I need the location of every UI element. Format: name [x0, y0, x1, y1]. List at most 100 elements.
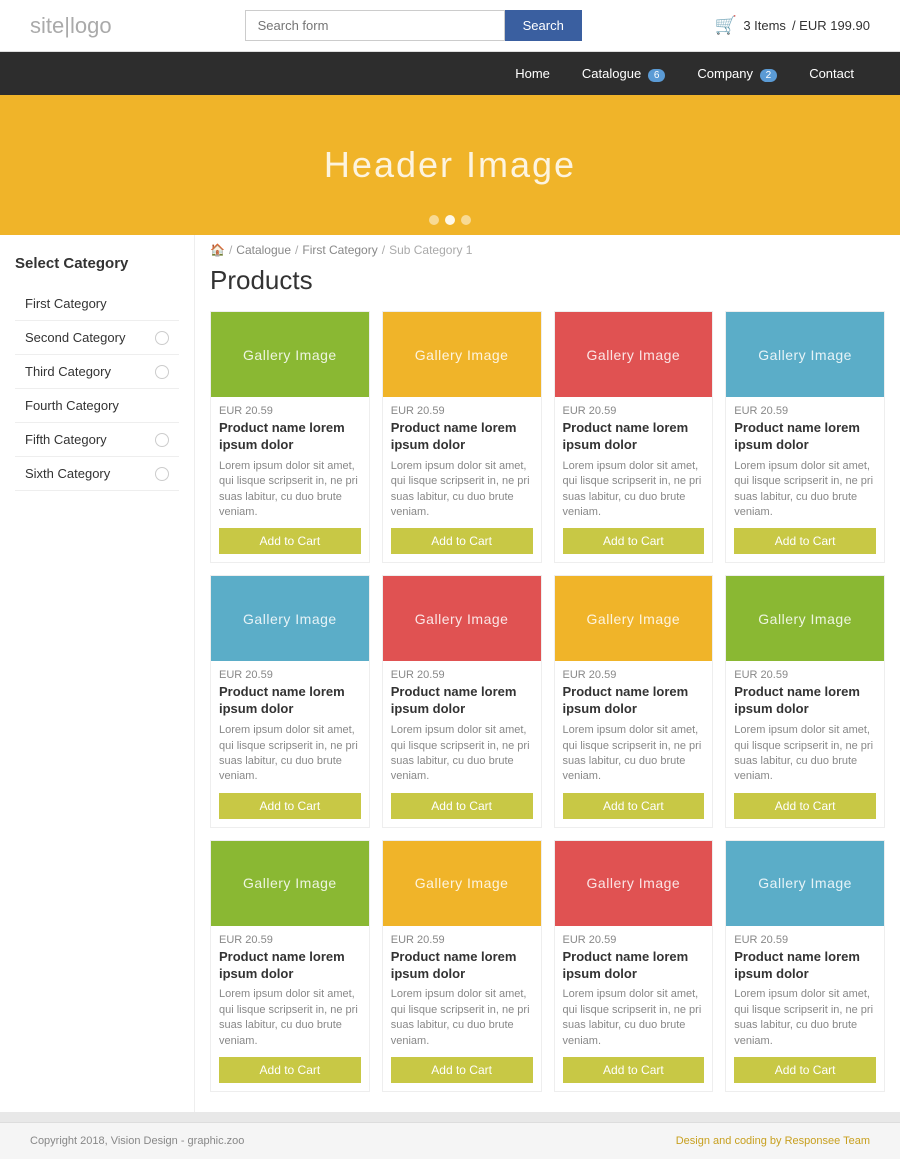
product-info-5: EUR 20.59 Product name lorem ipsum dolor…: [383, 661, 541, 826]
product-info-1: EUR 20.59 Product name lorem ipsum dolor…: [383, 397, 541, 562]
product-desc-0: Lorem ipsum dolor sit amet, qui lisque s…: [219, 459, 361, 521]
product-desc-10: Lorem ipsum dolor sit amet, qui lisque s…: [563, 987, 705, 1049]
cart-items: 3 Items: [743, 18, 786, 33]
sidebar-item-sixth[interactable]: Sixth Category: [15, 457, 179, 491]
breadcrumb: 🏠 / Catalogue / First Category / Sub Cat…: [210, 235, 885, 265]
product-image-1: Gallery Image: [383, 312, 541, 397]
product-info-3: EUR 20.59 Product name lorem ipsum dolor…: [726, 397, 884, 562]
breadcrumb-sep3: /: [382, 243, 385, 257]
add-to-cart-7[interactable]: Add to Cart: [734, 793, 876, 819]
product-card-6: Gallery Image EUR 20.59 Product name lor…: [554, 575, 714, 827]
sidebar-label-second: Second Category: [25, 330, 125, 345]
add-to-cart-3[interactable]: Add to Cart: [734, 528, 876, 554]
product-image-0: Gallery Image: [211, 312, 369, 397]
product-image-4: Gallery Image: [211, 576, 369, 661]
product-desc-7: Lorem ipsum dolor sit amet, qui lisque s…: [734, 723, 876, 785]
banner-dot-1[interactable]: [429, 215, 439, 225]
main-container: Header Image Select Category First Categ…: [0, 95, 900, 1112]
cart-price: / EUR 199.90: [792, 18, 870, 33]
logo-site: site: [30, 13, 64, 38]
footer: Copyright 2018, Vision Design - graphic.…: [0, 1122, 900, 1159]
product-price-0: EUR 20.59: [219, 405, 361, 417]
logo-logo: logo: [70, 13, 112, 38]
product-grid: Gallery Image EUR 20.59 Product name lor…: [210, 311, 885, 1092]
product-name-3: Product name lorem ipsum dolor: [734, 420, 876, 454]
add-to-cart-10[interactable]: Add to Cart: [563, 1057, 705, 1083]
nav-company[interactable]: Company 2: [681, 52, 793, 95]
nav-catalogue[interactable]: Catalogue 6: [566, 52, 681, 95]
product-image-3: Gallery Image: [726, 312, 884, 397]
add-to-cart-0[interactable]: Add to Cart: [219, 528, 361, 554]
site-logo: site|logo: [30, 13, 112, 39]
product-desc-2: Lorem ipsum dolor sit amet, qui lisque s…: [563, 459, 705, 521]
header-banner: Header Image: [0, 95, 900, 235]
cart-icon: 🛒: [715, 15, 737, 36]
product-price-8: EUR 20.59: [219, 934, 361, 946]
sidebar-label-sixth: Sixth Category: [25, 466, 110, 481]
product-card-0: Gallery Image EUR 20.59 Product name lor…: [210, 311, 370, 563]
product-price-3: EUR 20.59: [734, 405, 876, 417]
product-info-2: EUR 20.59 Product name lorem ipsum dolor…: [555, 397, 713, 562]
nav-home[interactable]: Home: [499, 52, 566, 95]
product-card-8: Gallery Image EUR 20.59 Product name lor…: [210, 840, 370, 1092]
sidebar-item-third[interactable]: Third Category: [15, 355, 179, 389]
products-title: Products: [210, 265, 885, 296]
product-desc-1: Lorem ipsum dolor sit amet, qui lisque s…: [391, 459, 533, 521]
product-price-6: EUR 20.59: [563, 669, 705, 681]
add-to-cart-6[interactable]: Add to Cart: [563, 793, 705, 819]
product-desc-3: Lorem ipsum dolor sit amet, qui lisque s…: [734, 459, 876, 521]
add-to-cart-5[interactable]: Add to Cart: [391, 793, 533, 819]
product-info-11: EUR 20.59 Product name lorem ipsum dolor…: [726, 926, 884, 1091]
product-image-6: Gallery Image: [555, 576, 713, 661]
banner-dot-2[interactable]: [445, 215, 455, 225]
product-info-6: EUR 20.59 Product name lorem ipsum dolor…: [555, 661, 713, 826]
product-info-4: EUR 20.59 Product name lorem ipsum dolor…: [211, 661, 369, 826]
product-image-9: Gallery Image: [383, 841, 541, 926]
search-button[interactable]: Search: [505, 10, 582, 41]
sidebar-item-first[interactable]: First Category: [15, 287, 179, 321]
product-image-5: Gallery Image: [383, 576, 541, 661]
product-desc-4: Lorem ipsum dolor sit amet, qui lisque s…: [219, 723, 361, 785]
add-to-cart-9[interactable]: Add to Cart: [391, 1057, 533, 1083]
product-desc-5: Lorem ipsum dolor sit amet, qui lisque s…: [391, 723, 533, 785]
add-to-cart-8[interactable]: Add to Cart: [219, 1057, 361, 1083]
add-to-cart-4[interactable]: Add to Cart: [219, 793, 361, 819]
breadcrumb-home-icon: 🏠: [210, 243, 225, 257]
product-card-3: Gallery Image EUR 20.59 Product name lor…: [725, 311, 885, 563]
breadcrumb-first-category[interactable]: First Category: [302, 243, 377, 257]
product-name-7: Product name lorem ipsum dolor: [734, 684, 876, 718]
sidebar-item-fourth[interactable]: Fourth Category: [15, 389, 179, 423]
product-card-9: Gallery Image EUR 20.59 Product name lor…: [382, 840, 542, 1092]
banner-dot-3[interactable]: [461, 215, 471, 225]
product-name-6: Product name lorem ipsum dolor: [563, 684, 705, 718]
product-info-8: EUR 20.59 Product name lorem ipsum dolor…: [211, 926, 369, 1091]
nav-contact[interactable]: Contact: [793, 52, 870, 95]
sidebar-item-fifth[interactable]: Fifth Category: [15, 423, 179, 457]
catalogue-badge: 6: [648, 69, 666, 82]
sidebar-dot-third: [155, 365, 169, 379]
product-price-10: EUR 20.59: [563, 934, 705, 946]
sidebar-item-second[interactable]: Second Category: [15, 321, 179, 355]
product-desc-9: Lorem ipsum dolor sit amet, qui lisque s…: [391, 987, 533, 1049]
breadcrumb-catalogue[interactable]: Catalogue: [236, 243, 291, 257]
search-area: Search: [245, 10, 582, 41]
add-to-cart-1[interactable]: Add to Cart: [391, 528, 533, 554]
product-info-0: EUR 20.59 Product name lorem ipsum dolor…: [211, 397, 369, 562]
product-name-11: Product name lorem ipsum dolor: [734, 949, 876, 983]
sidebar-label-fourth: Fourth Category: [25, 398, 119, 413]
breadcrumb-sep2: /: [295, 243, 298, 257]
product-image-10: Gallery Image: [555, 841, 713, 926]
add-to-cart-11[interactable]: Add to Cart: [734, 1057, 876, 1083]
banner-title: Header Image: [324, 144, 576, 186]
product-name-4: Product name lorem ipsum dolor: [219, 684, 361, 718]
cart-area[interactable]: 🛒 3 Items / EUR 199.90: [715, 15, 870, 36]
product-price-4: EUR 20.59: [219, 669, 361, 681]
search-input[interactable]: [245, 10, 505, 41]
product-price-1: EUR 20.59: [391, 405, 533, 417]
product-card-11: Gallery Image EUR 20.59 Product name lor…: [725, 840, 885, 1092]
product-desc-11: Lorem ipsum dolor sit amet, qui lisque s…: [734, 987, 876, 1049]
product-name-0: Product name lorem ipsum dolor: [219, 420, 361, 454]
nav-bar: Home Catalogue 6 Company 2 Contact: [0, 52, 900, 95]
add-to-cart-2[interactable]: Add to Cart: [563, 528, 705, 554]
product-card-2: Gallery Image EUR 20.59 Product name lor…: [554, 311, 714, 563]
